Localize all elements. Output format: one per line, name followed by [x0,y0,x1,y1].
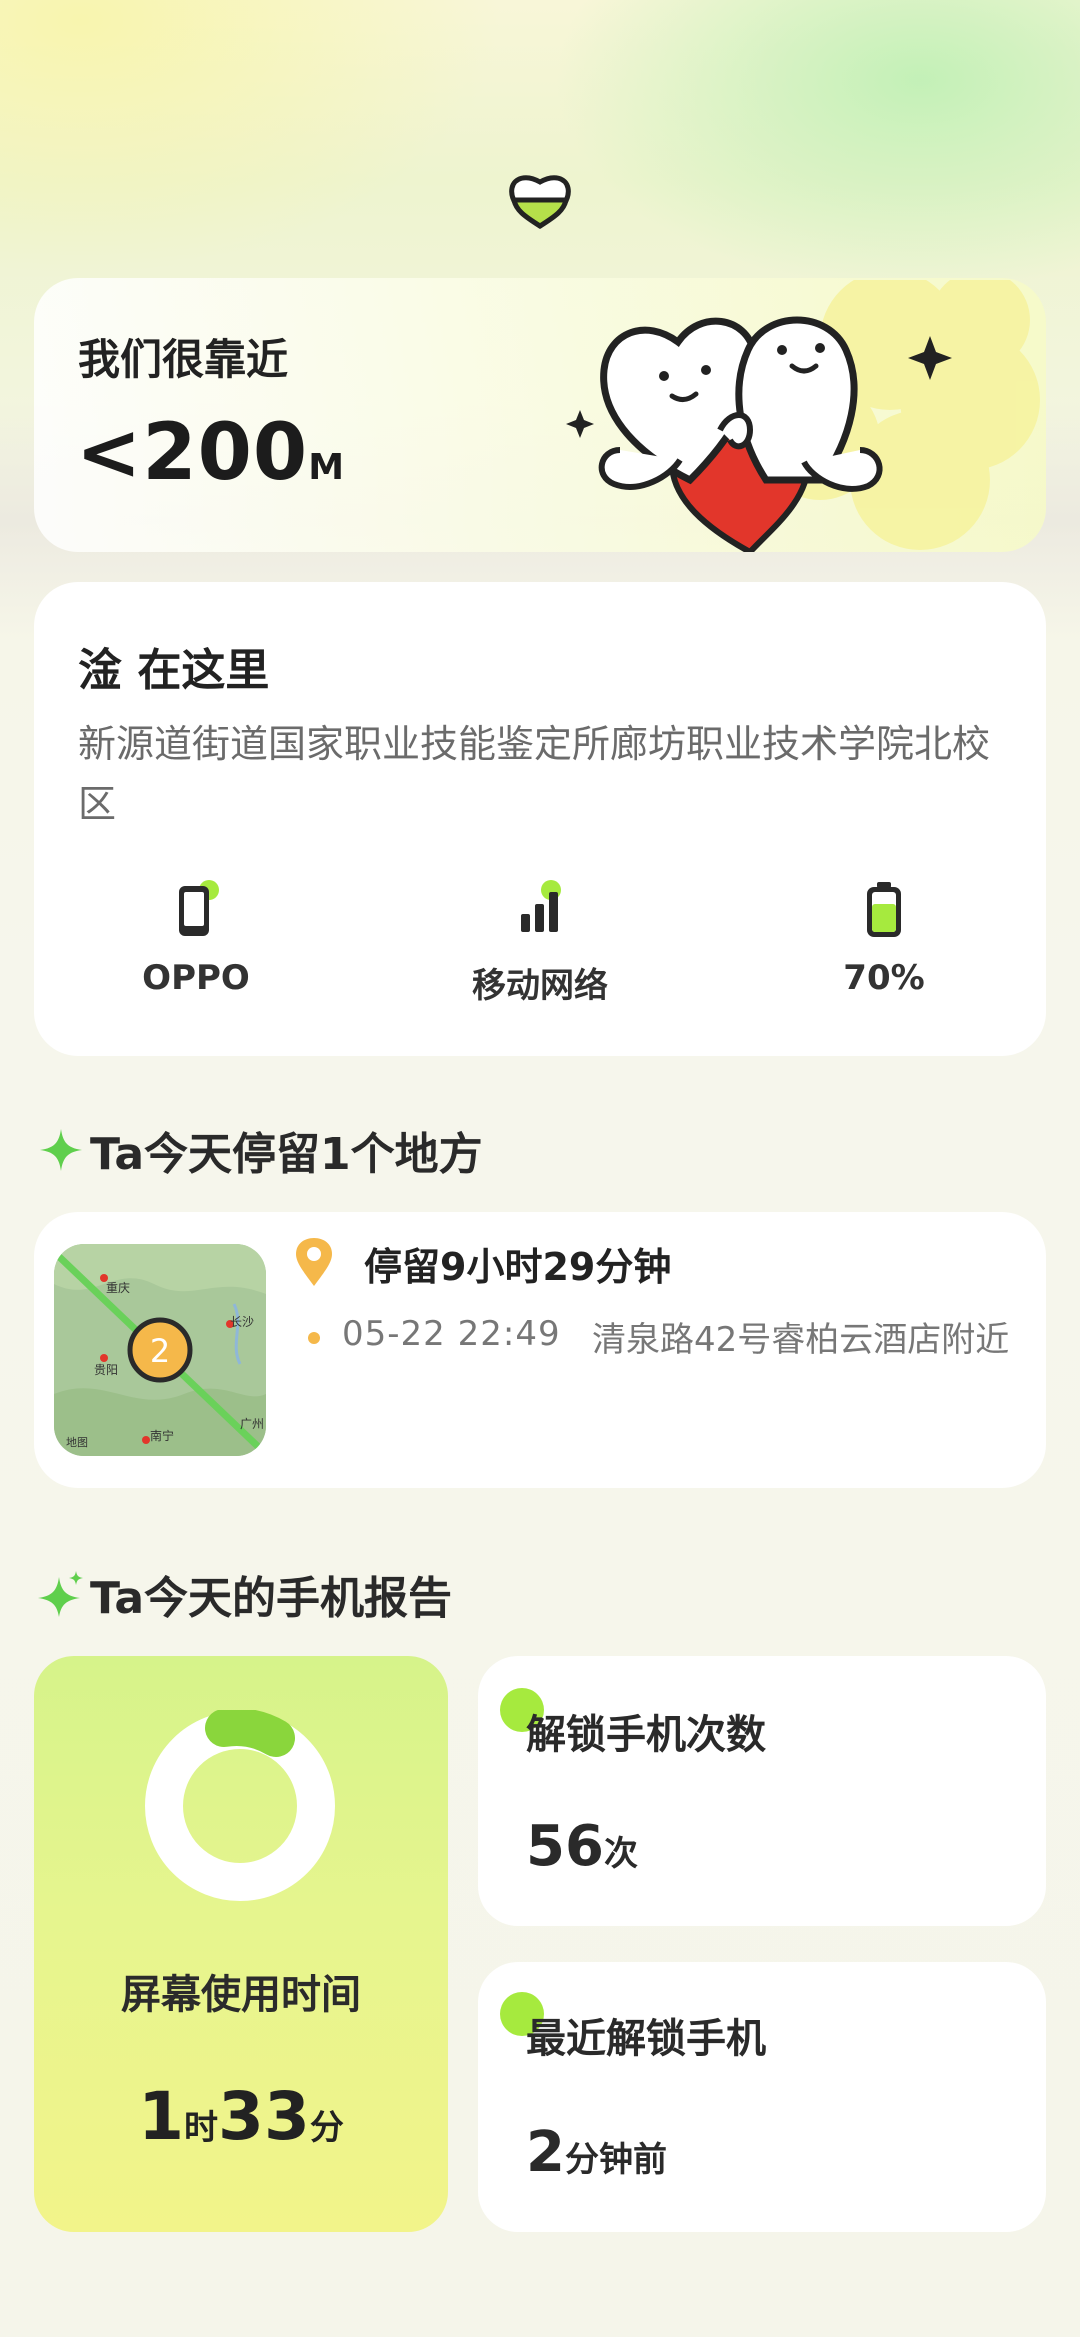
report-heading-text: Ta今天的手机报告 [90,1573,453,1624]
map-label-guangzhou: 广州 [240,1417,264,1431]
last-unlock-label: 最近解锁手机 [526,2016,766,2062]
stay-place: 清泉路42号睿柏云酒店附近 [592,1320,1010,1360]
device-label: OPPO [142,958,250,998]
last-unlock-unit: 分钟前 [564,2140,667,2180]
distance-number: <200 [76,408,309,498]
device-stat: OPPO [76,880,316,998]
map-marker-count: 2 [150,1332,170,1370]
screen-time-minutes-unit: 分 [309,2108,344,2148]
battery-level-fill [872,904,896,932]
last-unlock-card[interactable] [478,1962,1046,2232]
screen-time-minutes: 33 [218,2078,310,2155]
map-label-chongqing: 重庆 [106,1281,130,1295]
stay-duration: 停留9小时29分钟 [364,1245,672,1289]
distance-unit: M [308,447,345,488]
map-label-guiyang: 贵阳 [94,1363,118,1377]
map-thumbnail[interactable]: 重庆 长沙 贵阳 南宁 广州 地图 2 [54,1244,266,1456]
screen-time-hours-unit: 时 [184,2108,219,2148]
distance-title: 我们很靠近 [78,335,289,384]
location-pin-icon [296,1238,332,1286]
report-heading: Ta今天的手机报告 [38,1562,452,1626]
location-address: 新源道街道国家职业技能鉴定所廊坊职业技术学院北校区 [78,722,991,826]
sparkle-icon [40,1129,82,1171]
unlock-count-number: 56 [526,1814,604,1879]
battery-stat: 70% [764,880,1004,998]
network-stat: 移动网络 [420,880,660,1007]
couple-hearts-illustration [566,280,1040,552]
battery-label: 70% [843,958,925,998]
screen-time-label: 屏幕使用时间 [121,1972,361,2018]
location-title: 淦 在这里 [78,645,270,696]
phone-icon [179,880,219,936]
battery-icon [867,882,901,937]
places-heading: Ta今天停留1个地方 [38,1118,483,1182]
map-label-nanning: 南宁 [150,1428,174,1443]
places-heading-text: Ta今天停留1个地方 [90,1129,483,1180]
unlock-count-card[interactable] [478,1656,1046,1926]
signal-bars-icon [521,880,561,932]
sparkle-icon [38,1571,83,1617]
unlock-count-label: 解锁手机次数 [526,1712,766,1758]
unlock-count-value: 56次 [526,1814,638,1879]
heart-logo-icon [509,175,571,230]
map-graphic: 重庆 长沙 贵阳 南宁 广州 地图 2 [54,1244,266,1456]
map-attribution: 地图 [66,1436,88,1449]
screen-time-value: 1时33分 [34,2078,448,2155]
stay-time: 05-22 22:49 [342,1314,561,1354]
distance-value: <200M [76,408,344,498]
screen-time-ring [145,1710,335,1901]
last-unlock-number: 2 [526,2120,565,2185]
unlock-count-unit: 次 [603,1834,638,1874]
network-label: 移动网络 [472,966,608,1006]
last-unlock-value: 2分钟前 [526,2120,667,2185]
stay-timeline-dot [308,1332,320,1344]
map-label-changsha: 长沙 [230,1315,254,1329]
screen-time-hours: 1 [138,2078,185,2155]
